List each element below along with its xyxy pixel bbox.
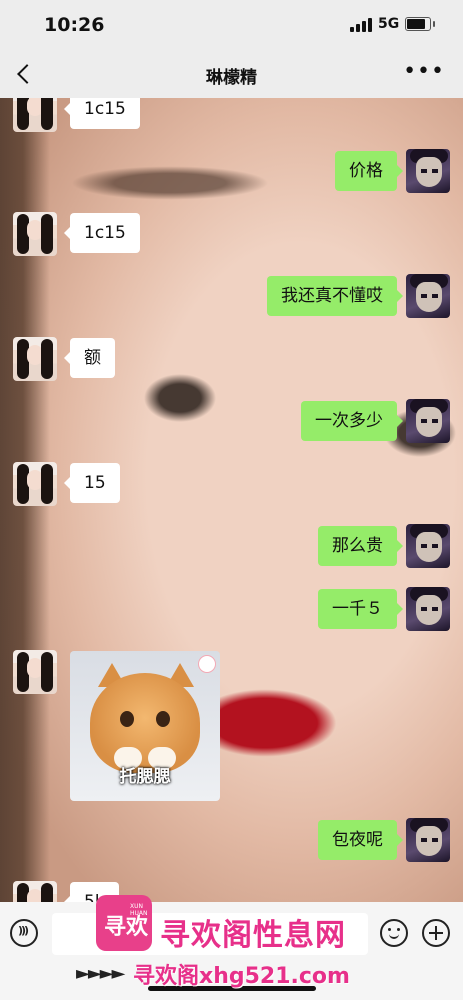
battery-icon [405,17,435,31]
message-bubble-outgoing[interactable]: 那么贵 [318,526,403,566]
sticker-caption: 托腮腮 [119,767,171,787]
contact-avatar[interactable] [13,462,57,506]
add-plus-icon[interactable] [422,919,450,947]
contact-avatar[interactable] [13,650,57,694]
my-avatar[interactable] [406,149,450,193]
my-avatar[interactable] [406,818,450,862]
watermark-url: 寻欢阁xhg521.com [133,964,350,989]
sticker-badge-icon [198,655,216,673]
my-avatar[interactable] [406,524,450,568]
emoji-icon[interactable] [380,919,408,947]
contact-avatar[interactable] [13,337,57,381]
message-bubble-outgoing[interactable]: 价格 [335,151,403,191]
watermark-title: 寻欢阁性息网 [160,918,346,953]
cat-sticker[interactable]: 托腮腮 [70,651,220,801]
watermark-logo: 寻欢 XUN HUAN [96,895,152,951]
chat-title: 琳檬精 [206,68,257,88]
my-avatar[interactable] [406,399,450,443]
message-bubble-outgoing[interactable]: 包夜呢 [318,820,403,860]
message-bubble-incoming[interactable]: 额 [64,338,115,378]
contact-avatar[interactable] [13,98,57,132]
contact-avatar[interactable] [13,881,57,902]
contact-avatar[interactable] [13,212,57,256]
voice-input-icon[interactable] [10,919,38,947]
message-bubble-incoming[interactable]: 1c15 [64,98,140,129]
watermark-logo-sub: XUN HUAN [130,903,148,917]
message-bubble-incoming[interactable]: 15 [64,463,120,503]
signal-icon [350,18,372,32]
status-bar: 10:26 5G [0,0,463,50]
chat-header: 琳檬精 ••• [0,50,463,98]
network-label: 5G [378,16,400,32]
chat-area[interactable]: 1c15 价格 1c15 我还真不懂哎 额 一次多少 15 那么贵 一千５ 托腮… [0,98,463,902]
my-avatar[interactable] [406,274,450,318]
message-bubble-outgoing[interactable]: 我还真不懂哎 [267,276,403,316]
message-bubble-outgoing[interactable]: 一千５ [318,589,403,629]
status-time: 10:26 [44,14,105,36]
message-bubble-incoming[interactable]: 1c15 [64,213,140,253]
arrow-icon: ►►►► [76,963,125,984]
more-options-icon[interactable]: ••• [403,61,445,83]
my-avatar[interactable] [406,587,450,631]
message-bubble-outgoing[interactable]: 一次多少 [301,401,403,441]
